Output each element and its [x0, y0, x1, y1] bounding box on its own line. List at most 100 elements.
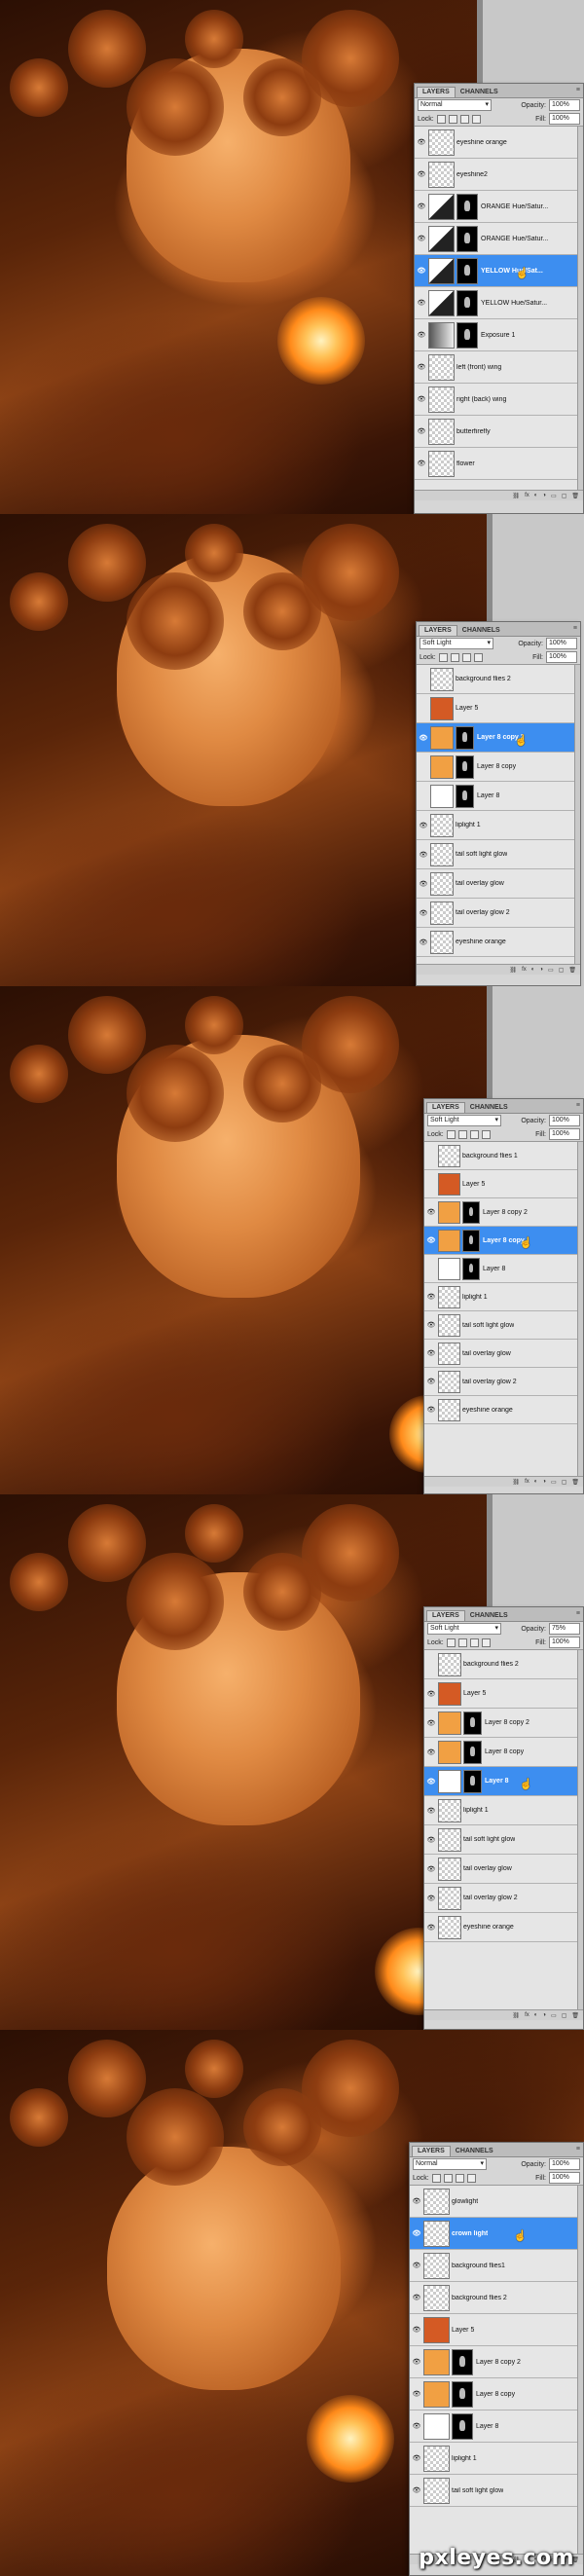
new-layer-icon[interactable]: ▢	[562, 1479, 567, 1486]
visibility-eye-icon[interactable]: 👁	[415, 331, 428, 339]
layer-mask-thumbnail[interactable]	[456, 321, 478, 349]
visibility-eye-icon[interactable]: 👁	[415, 202, 428, 210]
layer-row[interactable]: 👁 Exposure 1	[415, 319, 583, 351]
folder-icon[interactable]: ▭	[548, 967, 554, 974]
layers-panel[interactable]: LAYERSCHANNELS≡Soft LightOpacity:100%Loc…	[416, 621, 581, 986]
lock-move-icon[interactable]	[461, 652, 471, 662]
opacity-field[interactable]: 100%	[549, 99, 580, 111]
layer-row[interactable]: 👁 eyeshine orange	[424, 1396, 583, 1424]
layer-mask-thumbnail[interactable]	[456, 289, 478, 316]
visibility-eye-icon[interactable]: 👁	[424, 1924, 438, 1932]
layer-row[interactable]: 👁 YELLOW Hue/Sat... ☝	[415, 255, 583, 287]
layer-list[interactable]: background flies 2 👁 Layer 5 👁 Layer 8 copy …	[424, 1649, 583, 2009]
layer-mask-thumbnail[interactable]	[456, 754, 474, 779]
layer-list-scrollbar[interactable]	[577, 1142, 583, 1476]
layer-list[interactable]: background flies 2 Layer 5 👁 Layer 8 copy 2…	[417, 664, 580, 964]
layer-mask-thumbnail[interactable]	[462, 1257, 480, 1280]
tab-layers[interactable]: LAYERS	[426, 1102, 465, 1113]
layer-row[interactable]: 👁 tail soft light glow	[424, 1311, 583, 1340]
layer-row[interactable]: 👁 Layer 8 copy	[410, 2378, 583, 2410]
layer-row[interactable]: 👁 eyeshine orange	[417, 928, 580, 957]
fill-field[interactable]: 100%	[549, 1128, 580, 1140]
layer-row[interactable]: Layer 5	[417, 694, 580, 723]
panel-menu-icon[interactable]: ≡	[576, 2146, 580, 2153]
trash-icon[interactable]: 🗑	[571, 1479, 579, 1486]
layer-row[interactable]: 👁 Layer 8 copy 2	[424, 1198, 583, 1227]
blend-mode-select[interactable]: Normal	[413, 2158, 487, 2170]
trash-icon[interactable]: 🗑	[568, 967, 576, 974]
layer-list-scrollbar[interactable]	[577, 127, 583, 490]
layer-mask-thumbnail[interactable]	[452, 2412, 473, 2440]
mask-icon[interactable]: ◐	[534, 2012, 538, 2018]
layer-row[interactable]: 👁 background flies 2	[410, 2282, 583, 2314]
visibility-eye-icon[interactable]: 👁	[424, 1406, 438, 1414]
layer-row[interactable]: 👁 tail soft light glow	[410, 2475, 583, 2507]
layer-row[interactable]: 👁 background flies1	[410, 2250, 583, 2282]
layer-row[interactable]: 👁 butterfirefly	[415, 416, 583, 448]
visibility-eye-icon[interactable]: 👁	[424, 1349, 438, 1357]
blend-mode-select[interactable]: Soft Light	[420, 638, 493, 649]
tab-channels[interactable]: CHANNELS	[465, 1611, 513, 1621]
layer-row[interactable]: 👁 liplight 1	[424, 1283, 583, 1311]
visibility-eye-icon[interactable]: 👁	[415, 267, 428, 275]
layer-row[interactable]: 👁 tail overlay glow	[424, 1855, 583, 1884]
panel-menu-icon[interactable]: ≡	[576, 1610, 580, 1617]
tab-layers[interactable]: LAYERS	[426, 1610, 465, 1621]
layer-row[interactable]: 👁 tail overlay glow	[417, 869, 580, 899]
mask-icon[interactable]: ◐	[534, 1479, 538, 1485]
layer-row[interactable]: 👁 Layer 8 ☝	[424, 1767, 583, 1796]
tab-layers[interactable]: LAYERS	[412, 2146, 451, 2156]
visibility-eye-icon[interactable]: 👁	[417, 734, 430, 742]
visibility-eye-icon[interactable]: 👁	[410, 2358, 423, 2366]
opacity-field[interactable]: 100%	[549, 2158, 580, 2170]
layer-row[interactable]: background flies 2	[424, 1650, 583, 1679]
layer-mask-thumbnail[interactable]	[456, 784, 474, 808]
visibility-eye-icon[interactable]: 👁	[417, 880, 430, 888]
opacity-field[interactable]: 100%	[546, 638, 577, 649]
lock-paint-icon[interactable]	[450, 652, 459, 662]
layer-row[interactable]: background flies 2	[417, 665, 580, 694]
visibility-eye-icon[interactable]: 👁	[410, 2294, 423, 2301]
layer-mask-thumbnail[interactable]	[463, 1711, 482, 1735]
visibility-eye-icon[interactable]: 👁	[410, 2422, 423, 2430]
fill-field[interactable]: 100%	[549, 113, 580, 125]
mask-icon[interactable]: ◐	[531, 967, 535, 973]
lock-transparency-icon[interactable]	[436, 114, 446, 124]
lock-all-icon[interactable]	[473, 652, 483, 662]
lock-transparency-icon[interactable]	[438, 652, 448, 662]
opacity-field[interactable]: 100%	[549, 1115, 580, 1126]
fx-icon[interactable]: fx	[522, 967, 527, 973]
visibility-eye-icon[interactable]: 👁	[415, 427, 428, 435]
panel-menu-icon[interactable]: ≡	[576, 1102, 580, 1109]
lock-move-icon[interactable]	[455, 2173, 464, 2183]
layer-mask-thumbnail[interactable]	[456, 725, 474, 750]
layer-row[interactable]: 👁 ORANGE Hue/Satur...	[415, 223, 583, 255]
link-icon[interactable]: ⛓	[512, 1479, 520, 1486]
visibility-eye-icon[interactable]: 👁	[415, 235, 428, 242]
trash-icon[interactable]: 🗑	[571, 2012, 579, 2019]
layer-mask-thumbnail[interactable]	[456, 257, 478, 284]
lock-transparency-icon[interactable]	[431, 2173, 441, 2183]
tab-channels[interactable]: CHANNELS	[451, 2147, 498, 2156]
folder-icon[interactable]: ▭	[551, 2012, 557, 2019]
trash-icon[interactable]: 🗑	[571, 493, 579, 499]
layer-row[interactable]: 👁 eyeshine orange	[415, 127, 583, 159]
visibility-eye-icon[interactable]: 👁	[424, 1378, 438, 1385]
visibility-eye-icon[interactable]: 👁	[417, 938, 430, 946]
visibility-eye-icon[interactable]: 👁	[410, 2390, 423, 2398]
layer-row[interactable]: 👁 Layer 8 copy ☝	[424, 1227, 583, 1255]
layer-row[interactable]: 👁 liplight 1	[417, 811, 580, 840]
layer-row[interactable]: 👁 tail overlay glow 2	[424, 1368, 583, 1396]
lock-paint-icon[interactable]	[443, 2173, 453, 2183]
layer-mask-thumbnail[interactable]	[456, 225, 478, 252]
lock-move-icon[interactable]	[459, 114, 469, 124]
visibility-eye-icon[interactable]: 👁	[417, 822, 430, 829]
visibility-eye-icon[interactable]: 👁	[424, 1895, 438, 1902]
lock-all-icon[interactable]	[466, 2173, 476, 2183]
visibility-eye-icon[interactable]: 👁	[424, 1865, 438, 1873]
layer-row[interactable]: 👁 flower	[415, 448, 583, 480]
fill-field[interactable]: 100%	[549, 2172, 580, 2184]
new-layer-icon[interactable]: ▢	[562, 493, 567, 499]
layers-panel[interactable]: LAYERSCHANNELS≡Soft LightOpacity:100%Loc…	[423, 1098, 584, 1494]
layer-row[interactable]: 👁 Layer 8 copy 2	[424, 1709, 583, 1738]
